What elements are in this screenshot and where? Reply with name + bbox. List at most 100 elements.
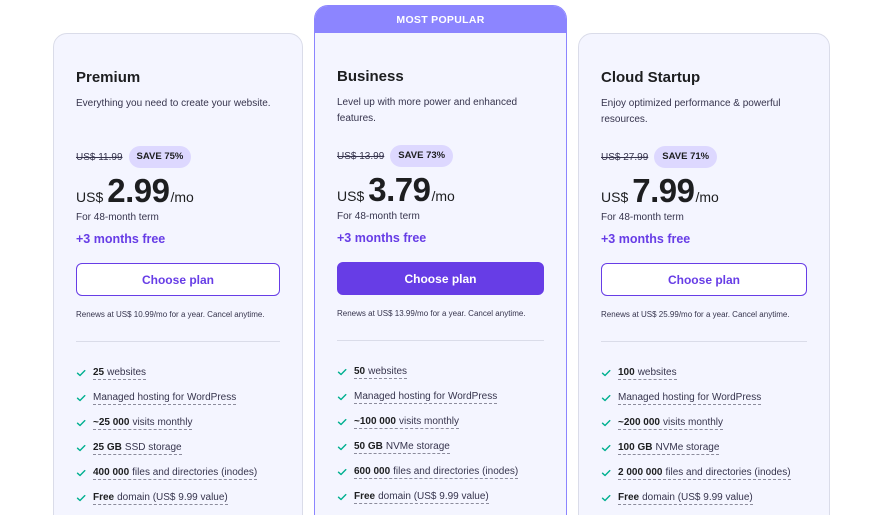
feature-item: 50 websites — [337, 359, 544, 384]
feature-text[interactable]: Managed hosting for WordPress — [354, 390, 498, 404]
feature-text[interactable]: 50 GB NVMe storage — [354, 440, 450, 454]
plan-description: Enjoy optimized performance & powerful r… — [601, 98, 781, 125]
feature-highlight: 50 GB — [354, 440, 383, 452]
divider — [76, 341, 280, 342]
feature-highlight: 400 000 — [93, 466, 130, 478]
feature-text[interactable]: 2 000 000 files and directories (inodes) — [618, 466, 791, 480]
check-icon — [76, 468, 86, 478]
check-icon — [337, 492, 347, 502]
discount-row: US$ 13.99 SAVE 73% — [337, 145, 544, 167]
feature-text[interactable]: 600 000 files and directories (inodes) — [354, 465, 519, 479]
feature-highlight: ~100 000 — [354, 415, 396, 427]
term-label: For 48-month term — [76, 212, 159, 223]
check-icon — [601, 468, 611, 478]
discount-row: US$ 27.99 SAVE 71% — [601, 146, 807, 168]
choose-plan-button[interactable]: Choose plan — [76, 263, 280, 296]
free-months: +3 months free — [76, 232, 166, 246]
feature-text[interactable]: Free domain (US$ 9.99 value) — [354, 490, 489, 504]
check-icon — [337, 442, 347, 452]
feature-item: 25 GB SSD storage — [76, 435, 280, 460]
price-amount: 2.99 — [107, 172, 170, 209]
feature-text[interactable]: ~100 000 visits monthly — [354, 415, 460, 429]
feature-highlight: 600 000 — [354, 465, 391, 477]
check-icon — [76, 418, 86, 428]
feature-label: visits monthly — [663, 416, 724, 428]
pricing-section: Premium Everything you need to create yo… — [0, 0, 880, 515]
feature-highlight: ~200 000 — [618, 416, 660, 428]
feature-text[interactable]: 100 GB NVMe storage — [618, 441, 720, 455]
feature-highlight: 25 — [93, 366, 105, 378]
feature-text[interactable]: Managed hosting for WordPress — [93, 391, 237, 405]
divider — [337, 340, 544, 341]
feature-item: 100 websites — [601, 360, 807, 385]
check-icon — [337, 417, 347, 427]
feature-label: files and directories (inodes) — [393, 465, 519, 477]
plan-card-premium: Premium Everything you need to create yo… — [53, 33, 303, 515]
feature-item: Free domain (US$ 9.99 value) — [337, 484, 544, 509]
feature-text[interactable]: Free domain (US$ 9.99 value) — [93, 491, 228, 505]
feature-label: Managed hosting for WordPress — [618, 391, 762, 403]
price-currency: US$ — [601, 189, 629, 205]
feature-text[interactable]: 25 GB SSD storage — [93, 441, 182, 455]
price-currency: US$ — [76, 189, 104, 205]
check-icon — [601, 493, 611, 503]
price: US$ 7.99 /mo — [601, 172, 807, 210]
original-price: US$ 27.99 — [601, 151, 649, 163]
feature-label: websites — [637, 366, 677, 378]
feature-label: Managed hosting for WordPress — [93, 391, 237, 403]
free-months: +3 months free — [337, 231, 427, 245]
feature-text[interactable]: Managed hosting for WordPress — [618, 391, 762, 405]
feature-item: ~200 000 visits monthly — [601, 410, 807, 435]
feature-list: 100 websites Managed hosting for WordPress… — [601, 360, 807, 510]
term-label: For 48-month term — [601, 212, 684, 223]
check-icon — [76, 368, 86, 378]
plan-description: Level up with more power and enhanced fe… — [337, 97, 518, 124]
feature-text[interactable]: ~200 000 visits monthly — [618, 416, 724, 430]
feature-label: files and directories (inodes) — [132, 466, 258, 478]
feature-item: ~100 000 visits monthly — [337, 409, 544, 434]
check-icon — [76, 493, 86, 503]
feature-text[interactable]: 50 websites — [354, 365, 408, 379]
feature-text[interactable]: ~25 000 visits monthly — [93, 416, 193, 430]
feature-text[interactable]: Free domain (US$ 9.99 value) — [618, 491, 753, 505]
feature-item: 2 000 000 files and directories (inodes) — [601, 460, 807, 485]
feature-highlight: ~25 000 — [93, 416, 130, 428]
check-icon — [337, 392, 347, 402]
feature-label: websites — [107, 366, 147, 378]
check-icon — [601, 443, 611, 453]
choose-plan-button[interactable]: Choose plan — [601, 263, 807, 296]
feature-highlight: Free — [618, 491, 640, 503]
price-currency: US$ — [337, 188, 365, 204]
plan-card-cloud-startup: Cloud Startup Enjoy optimized performanc… — [578, 33, 830, 515]
feature-label: NVMe storage — [385, 440, 450, 452]
feature-highlight: 50 — [354, 365, 366, 377]
save-badge: SAVE 75% — [128, 146, 192, 168]
feature-highlight: Free — [93, 491, 115, 503]
price-period: /mo — [431, 188, 455, 204]
renewal-note: Renews at US$ 13.99/mo for a year. Cance… — [337, 309, 526, 318]
feature-label: visits monthly — [399, 415, 460, 427]
choose-plan-button[interactable]: Choose plan — [337, 262, 544, 295]
feature-item: Managed hosting for WordPress — [601, 385, 807, 410]
divider — [601, 341, 807, 342]
feature-label: SSD storage — [124, 441, 182, 453]
price: US$ 3.79 /mo — [337, 171, 544, 209]
price-period: /mo — [695, 189, 719, 205]
plan-name: Premium — [76, 69, 141, 86]
feature-label: domain (US$ 9.99 value) — [378, 490, 489, 502]
feature-item: 100 GB NVMe storage — [601, 435, 807, 460]
feature-text[interactable]: 25 websites — [93, 366, 147, 380]
original-price: US$ 11.99 — [76, 151, 123, 163]
feature-item: 600 000 files and directories (inodes) — [337, 459, 544, 484]
feature-label: visits monthly — [132, 416, 193, 428]
feature-item: 50 GB NVMe storage — [337, 434, 544, 459]
feature-item: 400 000 files and directories (inodes) — [76, 460, 280, 485]
feature-item: Free domain (US$ 9.99 value) — [76, 485, 280, 510]
feature-item: Managed hosting for WordPress — [337, 384, 544, 409]
check-icon — [337, 467, 347, 477]
feature-text[interactable]: 400 000 files and directories (inodes) — [93, 466, 258, 480]
feature-item: Free domain (US$ 9.99 value) — [601, 485, 807, 510]
feature-text[interactable]: 100 websites — [618, 366, 677, 380]
price-amount: 7.99 — [632, 172, 695, 209]
plan-name: Business — [337, 68, 404, 85]
